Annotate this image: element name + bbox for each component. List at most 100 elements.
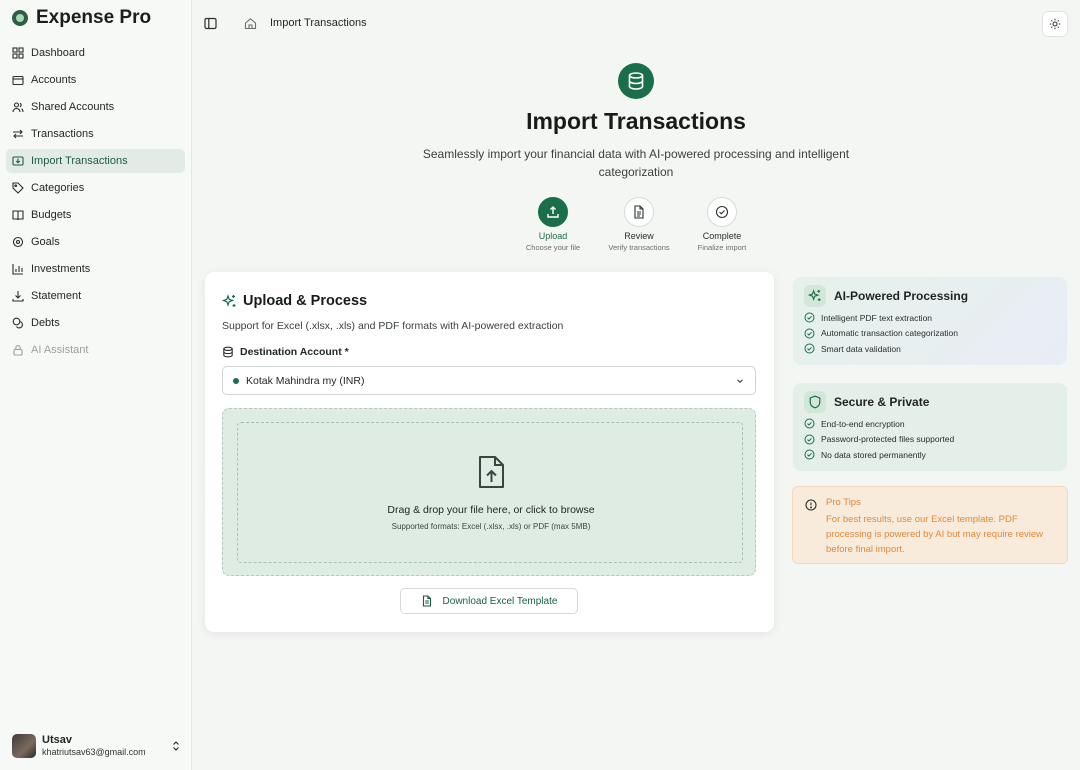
destination-account-label: Destination Account *	[222, 346, 349, 358]
sidebar-item-investments[interactable]: Investments	[6, 257, 185, 281]
file-dropzone-inner: Drag & drop your file here, or click to …	[237, 422, 743, 563]
sidebar-item-label: Goals	[31, 236, 60, 248]
file-upload-icon	[479, 456, 504, 488]
user-info: Utsav khatriutsav63@gmail.com	[42, 734, 164, 758]
pro-tips: Pro Tips For best results, use our Excel…	[792, 486, 1068, 564]
sidebar-item-import-transactions[interactable]: Import Transactions	[6, 149, 185, 173]
sidebar-item-label: AI Assistant	[31, 344, 89, 356]
sidebar-item-label: Dashboard	[31, 47, 85, 59]
sidebar-item-categories[interactable]: Categories	[6, 176, 185, 200]
list-item: End-to-end encryption	[804, 416, 954, 432]
secure-panel-title: Secure & Private	[834, 395, 930, 409]
download-template-label: Download Excel Template	[442, 595, 558, 607]
sidebar-item-label: Transactions	[31, 128, 94, 140]
sidebar-item-goals[interactable]: Goals	[6, 230, 185, 254]
lock-icon	[12, 344, 24, 356]
brand[interactable]: Expense Pro	[12, 6, 151, 30]
import-icon	[12, 155, 24, 167]
alert-circle-icon	[805, 499, 817, 511]
sidebar-item-accounts[interactable]: Accounts	[6, 68, 185, 92]
chevron-up-down-icon	[173, 741, 179, 751]
step-review: Review Verify transactions	[594, 197, 684, 252]
app-name: Expense Pro	[36, 7, 152, 28]
sidebar-toggle-icon[interactable]	[204, 17, 217, 30]
sun-icon	[1049, 18, 1061, 30]
selected-account: Kotak Mahindra my (INR)	[246, 374, 365, 387]
dropzone-text: Drag & drop your file here, or click to …	[387, 504, 595, 516]
step-label: Review	[624, 231, 654, 241]
bar-chart-icon	[12, 263, 24, 275]
list-item-text: Automatic transaction categorization	[821, 328, 959, 339]
user-menu[interactable]: Utsav khatriutsav63@gmail.com	[12, 732, 182, 760]
check-circle-icon	[804, 418, 815, 429]
home-icon[interactable]	[244, 17, 257, 30]
pro-tips-title: Pro Tips	[826, 497, 861, 508]
database-icon	[618, 63, 654, 99]
check-circle-icon	[804, 434, 815, 445]
step-desc: Finalize import	[697, 243, 747, 252]
pro-tips-body: For best results, use our Excel template…	[826, 514, 1044, 555]
secure-private-panel: Secure & Private End-to-end encryption P…	[793, 383, 1067, 471]
upload-card-header: Upload & Process	[222, 293, 367, 309]
database-icon	[223, 346, 233, 358]
upload-card-title: Upload & Process	[243, 293, 368, 309]
ai-feature-list: Intelligent PDF text extraction Automati…	[804, 310, 958, 357]
ai-processing-panel: AI-Powered Processing Intelligent PDF te…	[793, 277, 1067, 365]
download-icon	[12, 290, 24, 302]
sidebar-item-statement[interactable]: Statement	[6, 284, 185, 308]
sparkles-icon	[804, 285, 826, 307]
step-complete: Complete Finalize import	[677, 197, 767, 252]
sidebar: Expense Pro Dashboard Accounts Shared Ac…	[0, 0, 192, 770]
list-item-text: Smart data validation	[821, 343, 901, 354]
check-circle-icon	[804, 343, 815, 354]
sidebar-item-transactions[interactable]: Transactions	[6, 122, 185, 146]
sidebar-item-budgets[interactable]: Budgets	[6, 203, 185, 227]
download-template-button[interactable]: Download Excel Template	[400, 588, 578, 614]
breadcrumb: Import Transactions	[270, 17, 367, 29]
sidebar-item-label: Accounts	[31, 74, 77, 86]
arrows-swap-icon	[12, 128, 24, 140]
list-item: Password-protected files supported	[804, 432, 954, 448]
avatar	[12, 734, 36, 758]
upload-card: Upload & Process Support for Excel (.xls…	[205, 272, 774, 632]
sidebar-item-debts[interactable]: Debts	[6, 311, 185, 335]
user-email: khatriutsav63@gmail.com	[42, 747, 146, 757]
wallet-icon	[12, 74, 24, 86]
destination-account-select[interactable]: Kotak Mahindra my (INR)	[222, 366, 756, 395]
sparkles-icon	[222, 293, 236, 307]
page-subtitle: Seamlessly import your financial data wi…	[422, 147, 850, 179]
sidebar-item-label: Import Transactions	[31, 155, 128, 167]
secure-panel-header: Secure & Private	[804, 391, 929, 413]
sidebar-item-dashboard[interactable]: Dashboard	[6, 41, 185, 65]
secure-feature-list: End-to-end encryption Password-protected…	[804, 416, 954, 463]
chevron-down-icon	[737, 379, 743, 384]
sidebar-item-label: Investments	[31, 263, 91, 275]
topbar: Import Transactions	[193, 0, 1080, 46]
sidebar-item-label: Shared Accounts	[31, 101, 115, 113]
destination-account-label-text: Destination Account *	[240, 346, 349, 358]
sidebar-item-shared-accounts[interactable]: Shared Accounts	[6, 95, 185, 119]
list-item-text: Password-protected files supported	[821, 434, 955, 445]
dashboard-icon	[12, 47, 24, 59]
sidebar-item-label: Debts	[31, 317, 60, 329]
step-label: Complete	[702, 231, 742, 241]
step-upload: Upload Choose your file	[508, 197, 598, 252]
check-circle-icon	[804, 328, 815, 339]
logo-icon	[12, 10, 28, 26]
list-item: No data stored permanently	[804, 447, 954, 463]
book-icon	[12, 209, 24, 221]
ai-panel-title: AI-Powered Processing	[834, 289, 969, 303]
coins-icon	[12, 317, 24, 329]
step-label: Upload	[538, 231, 568, 241]
step-desc: Verify transactions	[608, 243, 670, 252]
target-icon	[12, 236, 24, 248]
step-desc: Choose your file	[525, 243, 581, 252]
sidebar-item-label: Categories	[31, 182, 85, 194]
tag-icon	[12, 182, 24, 194]
sidebar-item-label: Budgets	[31, 209, 72, 221]
file-dropzone[interactable]: Drag & drop your file here, or click to …	[222, 408, 756, 576]
check-circle-icon	[804, 312, 815, 323]
sidebar-item-ai-assistant[interactable]: AI Assistant	[6, 338, 185, 362]
dropzone-formats: Supported formats: Excel (.xlsx, .xls) o…	[391, 522, 591, 531]
theme-toggle-button[interactable]	[1042, 11, 1068, 37]
